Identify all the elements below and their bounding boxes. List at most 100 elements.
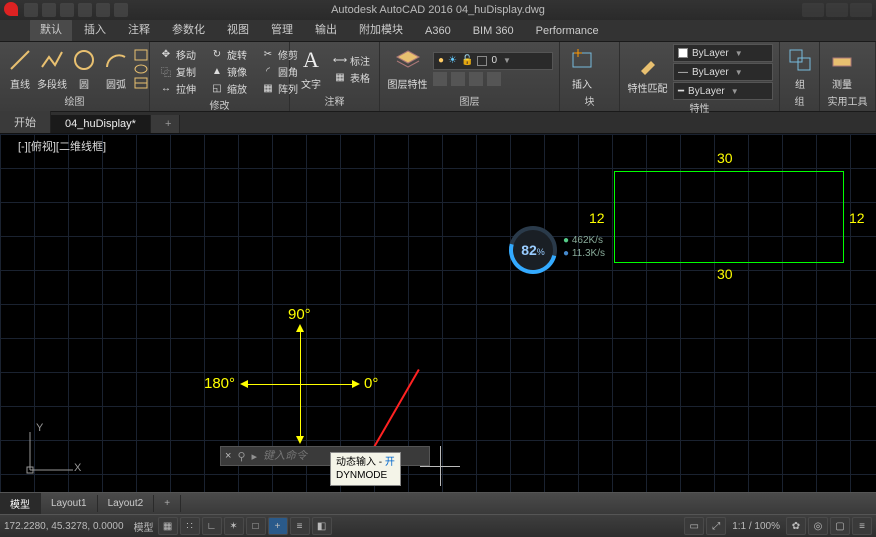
- compass-west: 180°: [204, 375, 235, 392]
- ribbon-tab-strip: 默认 插入 注释 参数化 视图 管理 输出 附加模块 A360 BIM 360 …: [0, 20, 876, 42]
- move-icon: ✥: [159, 48, 173, 62]
- rotate-button[interactable]: ↻旋转: [207, 46, 250, 63]
- ribbon-tab-output[interactable]: 输出: [305, 18, 347, 41]
- copy-icon: ⿻: [159, 65, 173, 79]
- dim-icon: ⟷: [333, 53, 347, 67]
- table-button[interactable]: ▦表格: [330, 69, 373, 86]
- viewport-label[interactable]: [-][俯视][二维线框]: [18, 138, 106, 154]
- line-button[interactable]: 直线: [6, 44, 34, 93]
- ribbon-tab-perf[interactable]: Performance: [526, 22, 609, 41]
- layer-tool-icon[interactable]: [487, 72, 501, 86]
- ribbon-tab-bim360[interactable]: BIM 360: [463, 22, 524, 41]
- lock-icon: 🔓: [461, 55, 473, 66]
- new-tab-button[interactable]: +: [151, 115, 180, 133]
- panel-modify: ✥移动 ↻旋转 ✂修剪 ⿻复制 ▲镜像 ◜圆角 ↔拉伸 ◱缩放 ▦阵列 修改: [150, 42, 290, 111]
- ribbon-tab-annotate[interactable]: 注释: [118, 18, 160, 41]
- chevron-down-icon: ▼: [503, 56, 511, 65]
- snap-toggle-icon[interactable]: ∷: [180, 517, 200, 535]
- panel-title: 实用工具: [826, 93, 869, 109]
- lineweight-dropdown[interactable]: —ByLayer▼: [673, 63, 773, 81]
- gear-icon[interactable]: ✿: [786, 517, 806, 535]
- match-props-button[interactable]: 特性匹配: [626, 48, 669, 97]
- customize-icon[interactable]: ≡: [852, 517, 872, 535]
- chevron-down-icon: ▼: [731, 87, 739, 96]
- array-icon: ▦: [261, 82, 275, 96]
- ribbon-tab-insert[interactable]: 插入: [74, 18, 116, 41]
- panel-annotation: A文字 ⟷标注 ▦表格 注释: [290, 42, 380, 111]
- layer-tool-icon[interactable]: [451, 72, 465, 86]
- scale-button[interactable]: ◱缩放: [207, 80, 250, 97]
- layout-tab[interactable]: Layout2: [98, 495, 155, 512]
- panel-title: 注释: [296, 93, 373, 109]
- ribbon-tab-default[interactable]: 默认: [30, 18, 72, 41]
- group-button[interactable]: 组: [786, 44, 814, 93]
- transparency-toggle-icon[interactable]: ◧: [312, 517, 332, 535]
- layer-tool-icon[interactable]: [433, 72, 447, 86]
- rectangle-entity: [614, 171, 844, 263]
- search-icon[interactable]: ⚲: [237, 450, 245, 463]
- file-tab[interactable]: 04_huDisplay*: [51, 115, 151, 133]
- layer-dropdown[interactable]: ● ☀ 🔓 0 ▼: [433, 52, 553, 70]
- ucs-x: X: [74, 462, 81, 474]
- arrow-up-icon: [296, 324, 304, 332]
- axis-horizontal: [245, 384, 355, 385]
- status-model[interactable]: 模型: [134, 519, 154, 534]
- polar-toggle-icon[interactable]: ✶: [224, 517, 244, 535]
- stretch-button[interactable]: ↔拉伸: [156, 80, 199, 97]
- scale-readout[interactable]: 1:1 / 100%: [728, 521, 784, 532]
- coordinates-readout[interactable]: 172.2280, 45.3278, 0.0000: [4, 521, 130, 532]
- osnap-toggle-icon[interactable]: □: [246, 517, 266, 535]
- move-button[interactable]: ✥移动: [156, 46, 199, 63]
- ortho-toggle-icon[interactable]: ∟: [202, 517, 222, 535]
- ribbon-tab-param[interactable]: 参数化: [162, 18, 215, 41]
- table-icon: ▦: [333, 70, 347, 84]
- model-toggle-icon[interactable]: ▭: [684, 517, 704, 535]
- add-layout-button[interactable]: +: [154, 495, 181, 512]
- hatch-icon[interactable]: [134, 77, 148, 89]
- ribbon-tab-addins[interactable]: 附加模块: [349, 18, 413, 41]
- annotation-scale-icon[interactable]: ⤢: [706, 517, 726, 535]
- start-tab[interactable]: 开始: [0, 111, 51, 133]
- dim-button[interactable]: ⟷标注: [330, 52, 373, 69]
- layer-tool-icon[interactable]: [469, 72, 483, 86]
- line-icon: —: [678, 67, 688, 78]
- lwt-toggle-icon[interactable]: ≡: [290, 517, 310, 535]
- arc-icon: [102, 46, 130, 74]
- linetype-dropdown[interactable]: ━ByLayer▼: [673, 82, 773, 100]
- grid-toggle-icon[interactable]: ▦: [158, 517, 178, 535]
- polyline-button[interactable]: 多段线: [38, 44, 66, 93]
- panel-title: 绘图: [6, 93, 143, 109]
- gauge-info: ● 462K/s ● 11.3K/s: [563, 234, 605, 260]
- network-gauge: 82%: [509, 226, 557, 274]
- ribbon-tab-a360[interactable]: A360: [415, 22, 461, 41]
- layer-props-button[interactable]: 图层特性: [386, 44, 429, 93]
- arc-button[interactable]: 圆弧: [102, 44, 130, 93]
- layout-tab[interactable]: Layout1: [41, 495, 98, 512]
- drawing-area[interactable]: [-][俯视][二维线框] 30 30 12 12 90° 90° 0° 180…: [0, 134, 876, 492]
- ribbon-tab-manage[interactable]: 管理: [261, 18, 303, 41]
- line-icon: ━: [678, 86, 684, 97]
- copy-button[interactable]: ⿻复制: [156, 63, 199, 80]
- group-icon: [786, 46, 814, 74]
- rect-icon[interactable]: [134, 49, 148, 61]
- mirror-button[interactable]: ▲镜像: [207, 63, 250, 80]
- color-dropdown[interactable]: ByLayer▼: [673, 44, 773, 62]
- sun-icon: ☀: [448, 55, 457, 66]
- window-controls[interactable]: [802, 3, 872, 17]
- ribbon-tab-view[interactable]: 视图: [217, 18, 259, 41]
- text-button[interactable]: A文字: [296, 44, 326, 93]
- quick-access-toolbar[interactable]: [24, 3, 128, 17]
- model-tab[interactable]: 模型: [0, 493, 41, 514]
- chevron-right-icon: ▸: [252, 450, 258, 463]
- match-icon: [634, 50, 662, 78]
- dim-right: 12: [849, 210, 865, 226]
- clean-screen-icon[interactable]: ▢: [830, 517, 850, 535]
- ellipse-icon[interactable]: [134, 63, 148, 75]
- dynmode-toggle-icon[interactable]: +: [268, 517, 288, 535]
- isolate-icon[interactable]: ◎: [808, 517, 828, 535]
- measure-button[interactable]: 测量: [826, 44, 858, 93]
- circle-button[interactable]: 圆: [70, 44, 98, 93]
- insert-block-button[interactable]: 插入: [566, 44, 598, 93]
- close-icon[interactable]: ×: [225, 450, 231, 462]
- scale-icon: ◱: [210, 82, 224, 96]
